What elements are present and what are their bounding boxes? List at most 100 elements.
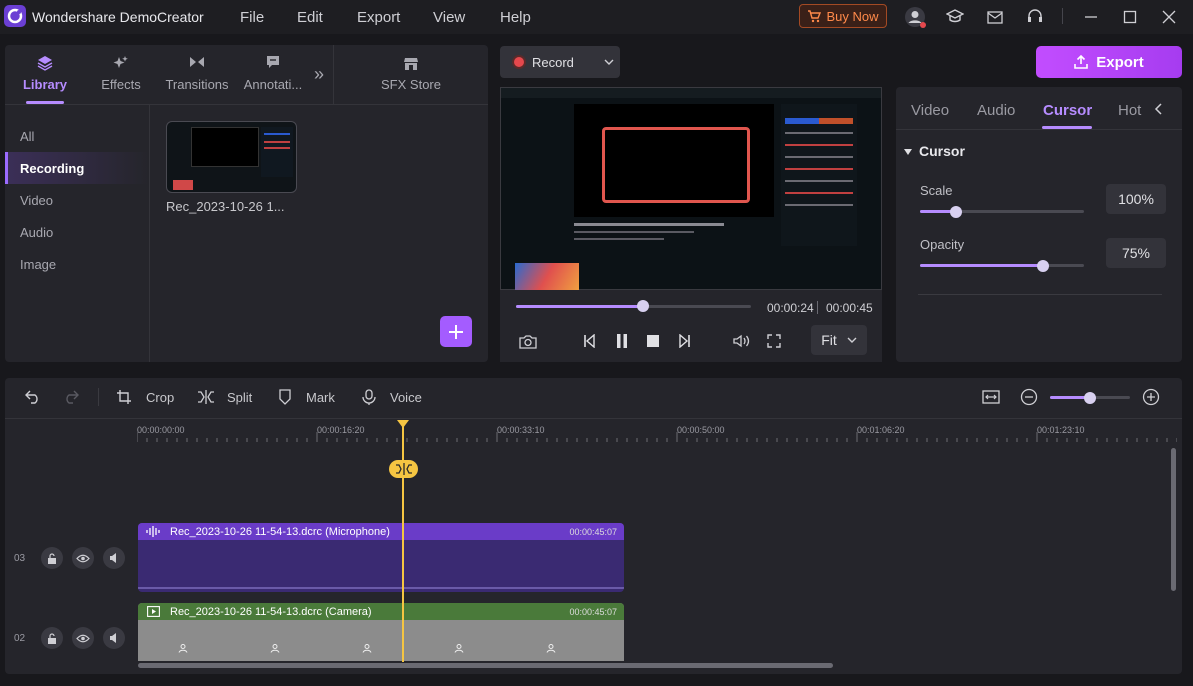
horizontal-scrollbar[interactable]	[138, 663, 833, 668]
category-all[interactable]: All	[20, 129, 34, 144]
clip-duration: 00:00:45:07	[569, 527, 617, 537]
cart-icon	[808, 9, 822, 22]
scale-slider-handle[interactable]	[950, 206, 963, 218]
pause-icon[interactable]	[612, 331, 632, 351]
tabs-more-button[interactable]: »	[314, 64, 324, 85]
volume-icon[interactable]	[732, 331, 752, 351]
vertical-scrollbar[interactable]	[1171, 448, 1176, 591]
zoom-slider-handle[interactable]	[1084, 392, 1096, 404]
step-back-icon[interactable]	[580, 331, 600, 351]
clip-title: Rec_2023-10-26 11-54-13.dcrc (Camera)	[170, 606, 372, 618]
marker-icon	[279, 389, 291, 405]
category-divider	[149, 105, 150, 362]
app-logo-icon	[4, 5, 26, 27]
close-icon[interactable]	[1158, 6, 1180, 28]
minimize-icon[interactable]	[1080, 6, 1102, 28]
split-label: Split	[227, 389, 253, 405]
undo-icon[interactable]	[22, 386, 44, 408]
mail-icon[interactable]	[984, 6, 1006, 28]
tab-library[interactable]: Library	[10, 55, 80, 92]
snapshot-camera-icon[interactable]	[518, 331, 538, 351]
menu-edit[interactable]: Edit	[297, 9, 323, 26]
scale-value-field[interactable]: 100%	[1106, 184, 1166, 214]
export-button[interactable]: Export	[1036, 46, 1182, 78]
zoom-in-icon[interactable]	[1140, 386, 1162, 408]
add-media-button[interactable]	[440, 316, 472, 347]
tab-audio[interactable]: Audio	[977, 102, 1015, 119]
clip-microphone[interactable]: Rec_2023-10-26 11-54-13.dcrc (Microphone…	[138, 523, 624, 592]
menu-help[interactable]: Help	[500, 9, 531, 26]
preview-chat-panel	[781, 104, 857, 246]
preview-thumbnail	[515, 263, 579, 290]
category-image[interactable]: Image	[20, 257, 56, 272]
progress-track[interactable]	[516, 305, 751, 308]
tab-library-label: Library	[22, 77, 68, 92]
split-button[interactable]: Split	[197, 389, 252, 405]
tab-video[interactable]: Video	[911, 102, 949, 119]
playhead-split-icon[interactable]	[389, 460, 418, 478]
tab-cursor[interactable]: Cursor	[1043, 102, 1092, 119]
speaker-icon[interactable]	[103, 627, 125, 649]
chevron-down-icon	[604, 59, 614, 65]
zoom-out-icon[interactable]	[1018, 386, 1040, 408]
menu-view[interactable]: View	[433, 9, 465, 26]
clip-duration: 00:00:45:07	[569, 607, 617, 617]
tabs-prev-icon[interactable]	[1150, 101, 1166, 117]
tab-sfx-store[interactable]: SFX Store	[376, 55, 446, 92]
tab-annotations[interactable]: Annotati...	[238, 55, 308, 92]
step-forward-icon[interactable]	[674, 331, 694, 351]
mark-label: Mark	[306, 389, 335, 405]
category-video[interactable]: Video	[20, 193, 53, 208]
tab-transitions-label: Transitions	[165, 77, 229, 92]
plus-icon	[449, 324, 463, 339]
progress-handle[interactable]	[636, 300, 649, 312]
playhead-marker[interactable]	[397, 420, 409, 428]
voice-button[interactable]: Voice	[362, 389, 422, 405]
redo-icon[interactable]	[60, 386, 82, 408]
split-icon	[198, 390, 214, 404]
audio-waveform	[138, 587, 624, 589]
opacity-slider-track[interactable]	[920, 264, 1084, 267]
headset-icon[interactable]	[1024, 6, 1046, 28]
crop-icon	[117, 390, 131, 404]
tab-effects[interactable]: Effects	[86, 55, 156, 92]
menu-export[interactable]: Export	[357, 9, 400, 26]
graduation-cap-icon[interactable]	[944, 6, 966, 28]
stop-icon[interactable]	[643, 331, 663, 351]
upload-icon	[1074, 55, 1089, 69]
scale-slider-track[interactable]	[920, 210, 1084, 213]
scale-label: Scale	[920, 183, 953, 198]
microphone-icon	[362, 389, 376, 405]
mark-button[interactable]: Mark	[278, 389, 335, 405]
menu-file[interactable]: File	[240, 9, 264, 26]
collapse-caret-icon[interactable]	[902, 146, 914, 158]
clip-thumbnail[interactable]	[166, 121, 297, 193]
opacity-value-field[interactable]: 75%	[1106, 238, 1166, 268]
tab-sfx-store-label: SFX Store	[381, 77, 441, 92]
maximize-icon[interactable]	[1119, 6, 1141, 28]
fit-timeline-icon[interactable]	[980, 386, 1002, 408]
crop-button[interactable]: Crop	[116, 389, 174, 405]
fullscreen-icon[interactable]	[764, 331, 784, 351]
preview-topbar	[501, 88, 881, 98]
category-recording[interactable]: Recording	[20, 161, 84, 176]
eye-icon[interactable]	[72, 627, 94, 649]
category-audio[interactable]: Audio	[20, 225, 53, 240]
lock-icon[interactable]	[41, 547, 63, 569]
clip-title: Rec_2023-10-26 11-54-13.dcrc (Microphone…	[170, 526, 390, 538]
tab-transitions[interactable]: Transitions	[162, 55, 232, 92]
clip-camera[interactable]: Rec_2023-10-26 11-54-13.dcrc (Camera) 00…	[138, 603, 624, 661]
track-number: 03	[14, 553, 26, 564]
lock-icon[interactable]	[41, 627, 63, 649]
ruler-label: 00:00:33:10	[497, 425, 545, 435]
opacity-slider-handle[interactable]	[1037, 260, 1049, 272]
eye-icon[interactable]	[72, 547, 94, 569]
fit-dropdown[interactable]: Fit	[811, 325, 867, 355]
section-cursor-title: Cursor	[919, 143, 965, 159]
tab-hotkey[interactable]: Hot	[1118, 102, 1142, 119]
preview-video-frame	[574, 104, 774, 217]
account-icon[interactable]	[904, 6, 926, 28]
speaker-icon[interactable]	[103, 547, 125, 569]
record-button[interactable]: Record	[500, 46, 620, 78]
buy-now-button[interactable]: Buy Now	[799, 4, 887, 28]
